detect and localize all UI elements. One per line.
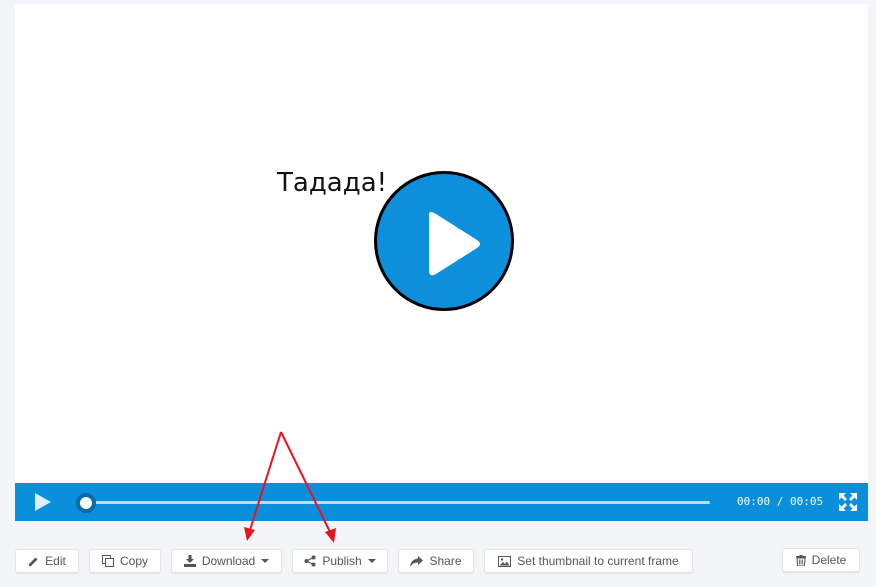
- edit-button[interactable]: Edit: [15, 549, 79, 573]
- copy-icon: [101, 555, 114, 567]
- fullscreen-icon[interactable]: [839, 493, 857, 511]
- set-thumbnail-button-label: Set thumbnail to current frame: [517, 554, 679, 568]
- set-thumbnail-button[interactable]: Set thumbnail to current frame: [484, 549, 693, 573]
- edit-button-label: Edit: [45, 554, 66, 568]
- copy-button-label: Copy: [119, 554, 148, 568]
- big-play-button[interactable]: [374, 171, 514, 311]
- delete-button-label: Delete: [811, 553, 847, 567]
- progress-handle[interactable]: [76, 493, 96, 513]
- publish-button[interactable]: Publish: [292, 549, 388, 573]
- trash-icon: [795, 554, 806, 566]
- download-icon: [183, 555, 196, 567]
- play-icon[interactable]: [32, 492, 54, 512]
- download-button-label: Download: [201, 554, 256, 568]
- progress-bar[interactable]: [85, 501, 710, 504]
- image-icon: [498, 555, 512, 567]
- share-arrow-icon: [410, 555, 424, 567]
- share-button-label: Share: [429, 554, 462, 568]
- chevron-down-icon: [367, 559, 376, 563]
- video-player[interactable]: Тадада! 00:00 / 00:05: [15, 4, 868, 521]
- download-button[interactable]: Download: [171, 549, 282, 573]
- pencil-icon: [29, 557, 38, 566]
- publish-button-label: Publish: [322, 554, 362, 568]
- time-display: 00:00 / 00:05: [737, 495, 824, 508]
- chevron-down-icon: [261, 559, 270, 563]
- video-control-bar: 00:00 / 00:05: [15, 483, 868, 521]
- share-button[interactable]: Share: [398, 549, 474, 573]
- video-caption: Тадада!: [277, 168, 388, 198]
- share-nodes-icon: [304, 555, 316, 567]
- play-icon: [429, 212, 480, 276]
- delete-button[interactable]: Delete: [782, 548, 860, 572]
- copy-button[interactable]: Copy: [89, 549, 161, 573]
